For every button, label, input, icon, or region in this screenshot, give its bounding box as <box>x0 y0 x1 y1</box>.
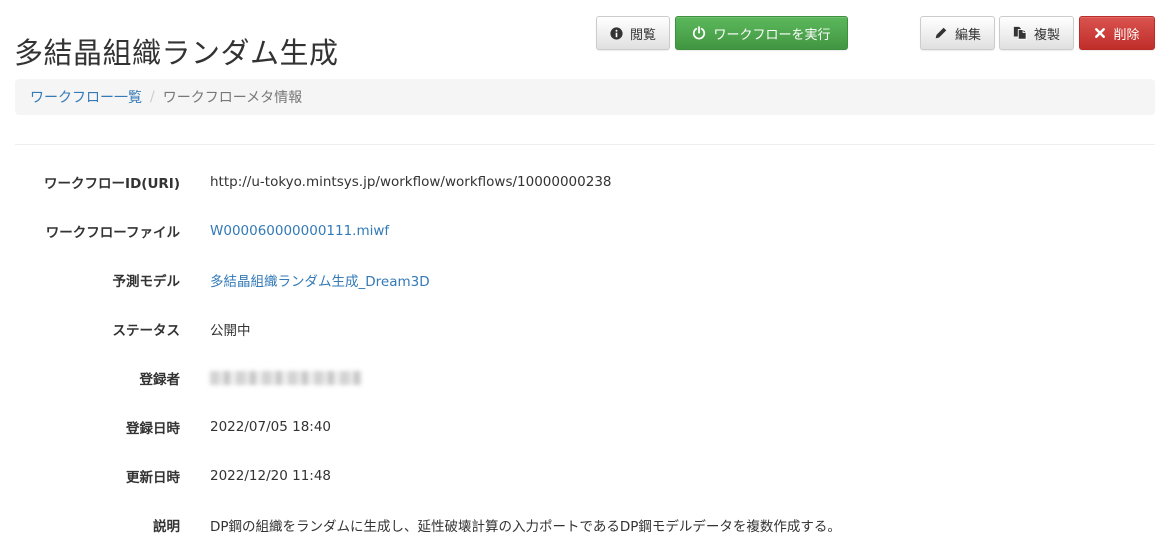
detail-label: ワークフローID(URI) <box>44 176 180 192</box>
run-workflow-button-label: ワークフローを実行 <box>713 27 831 43</box>
detail-label: 登録者 <box>139 372 181 388</box>
detail-label: ステータス <box>112 323 181 339</box>
detail-row-updated-at: 更新日時 2022/12/20 11:48 <box>0 466 1169 486</box>
workflow-meta-page: 多結晶組織ランダム生成 閲覧 ワークフローを実行 編集 複製 削除 ワークフロー… <box>0 0 1169 546</box>
redacted-name <box>210 371 362 385</box>
detail-label: 更新日時 <box>126 470 180 486</box>
detail-row-workflow-id: ワークフローID(URI) http://u-tokyo.mintsys.jp/… <box>0 172 1169 192</box>
view-button-label: 閲覧 <box>629 27 656 43</box>
status-value: 公開中 <box>210 323 251 339</box>
detail-label: 説明 <box>153 519 180 535</box>
detail-row-workflow-file: ワークフローファイル W000060000000111.miwf <box>0 221 1169 241</box>
detail-row-status: ステータス 公開中 <box>0 319 1169 339</box>
divider <box>15 144 1155 145</box>
delete-button[interactable]: 削除 <box>1079 16 1155 50</box>
updated-at-value: 2022/12/20 11:48 <box>210 468 332 484</box>
breadcrumb-current: ワークフローメタ情報 <box>162 90 303 106</box>
delete-button-label: 削除 <box>1113 27 1140 43</box>
edit-button[interactable]: 編集 <box>920 16 995 50</box>
workflow-file-link[interactable]: W000060000000111.miwf <box>210 223 389 239</box>
run-workflow-button[interactable]: ワークフローを実行 <box>675 16 848 50</box>
registered-at-value: 2022/07/05 18:40 <box>210 419 332 435</box>
detail-label: 登録日時 <box>126 421 180 437</box>
breadcrumb-separator: / <box>150 89 155 105</box>
info-circle-icon <box>610 26 623 40</box>
copy-button-label: 複製 <box>1033 27 1060 43</box>
prediction-model-link[interactable]: 多結晶組織ランダム生成_Dream3D <box>210 270 430 290</box>
workflow-id-value: http://u-tokyo.mintsys.jp/workflow/workf… <box>210 174 612 190</box>
detail-row-prediction-model: 予測モデル 多結晶組織ランダム生成_Dream3D <box>0 270 1169 290</box>
detail-row-description: 説明 DP鋼の組織をランダムに生成し、延性破壊計算の入力ポートであるDP鋼モデル… <box>0 515 1169 535</box>
detail-label: 予測モデル <box>112 274 181 290</box>
page-title: 多結晶組織ランダム生成 <box>14 36 339 70</box>
breadcrumb-workflow-list-link[interactable]: ワークフロー一覧 <box>30 87 142 107</box>
close-icon <box>1094 27 1106 39</box>
registrant-value <box>210 370 362 386</box>
description-value: DP鋼の組織をランダムに生成し、延性破壊計算の入力ポートであるDP鋼モデルデータ… <box>210 519 841 535</box>
power-icon <box>692 26 706 40</box>
view-button[interactable]: 閲覧 <box>596 16 670 50</box>
breadcrumb: ワークフロー一覧 / ワークフローメタ情報 <box>15 79 1155 115</box>
detail-row-registered-at: 登録日時 2022/07/05 18:40 <box>0 417 1169 437</box>
pencil-icon <box>934 26 948 40</box>
detail-row-registrant: 登録者 <box>0 368 1169 388</box>
copy-button[interactable]: 複製 <box>999 16 1074 50</box>
detail-label: ワークフローファイル <box>45 225 180 241</box>
copy-icon <box>1013 26 1027 40</box>
edit-button-label: 編集 <box>954 27 981 43</box>
